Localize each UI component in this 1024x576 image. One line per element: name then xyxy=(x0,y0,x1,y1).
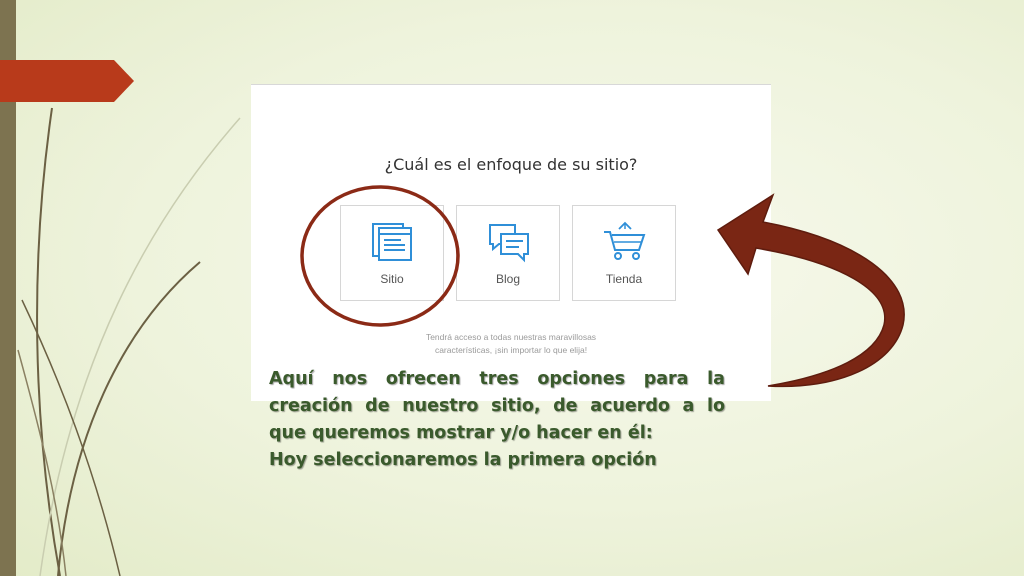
option-tienda-card[interactable]: Tienda xyxy=(572,205,676,301)
option-blog-card[interactable]: Blog xyxy=(456,205,560,301)
question-heading: ¿Cuál es el enfoque de su sitio? xyxy=(384,155,638,174)
footnote-line-1: Tendrá acceso a todas nuestras maravillo… xyxy=(425,332,597,342)
footnote-text: Tendrá acceso a todas nuestras maravillo… xyxy=(401,331,621,357)
shopping-cart-icon xyxy=(604,221,646,260)
curved-arrow xyxy=(716,193,905,388)
decorative-curved-lines xyxy=(17,107,241,576)
option-tienda-label: Tienda xyxy=(605,272,643,286)
footnote-line-2: características, ¡sin importar lo que el… xyxy=(434,345,588,355)
caption-line-3: que queremos mostrar y/o hacer en él: xyxy=(269,423,653,443)
caption-text: Aquí nos ofrecen tres opciones para la c… xyxy=(269,366,725,474)
highlight-circle xyxy=(300,185,460,327)
chat-bubbles-icon xyxy=(489,224,529,263)
caption-line-4: Hoy seleccionaremos la primera opción xyxy=(269,450,657,470)
option-blog-label: Blog xyxy=(495,272,521,286)
caption-line-2: creación de nuestro sitio, de acuerdo a … xyxy=(269,396,725,416)
caption-line-1: Aquí nos ofrecen tres opciones para la xyxy=(269,369,725,389)
